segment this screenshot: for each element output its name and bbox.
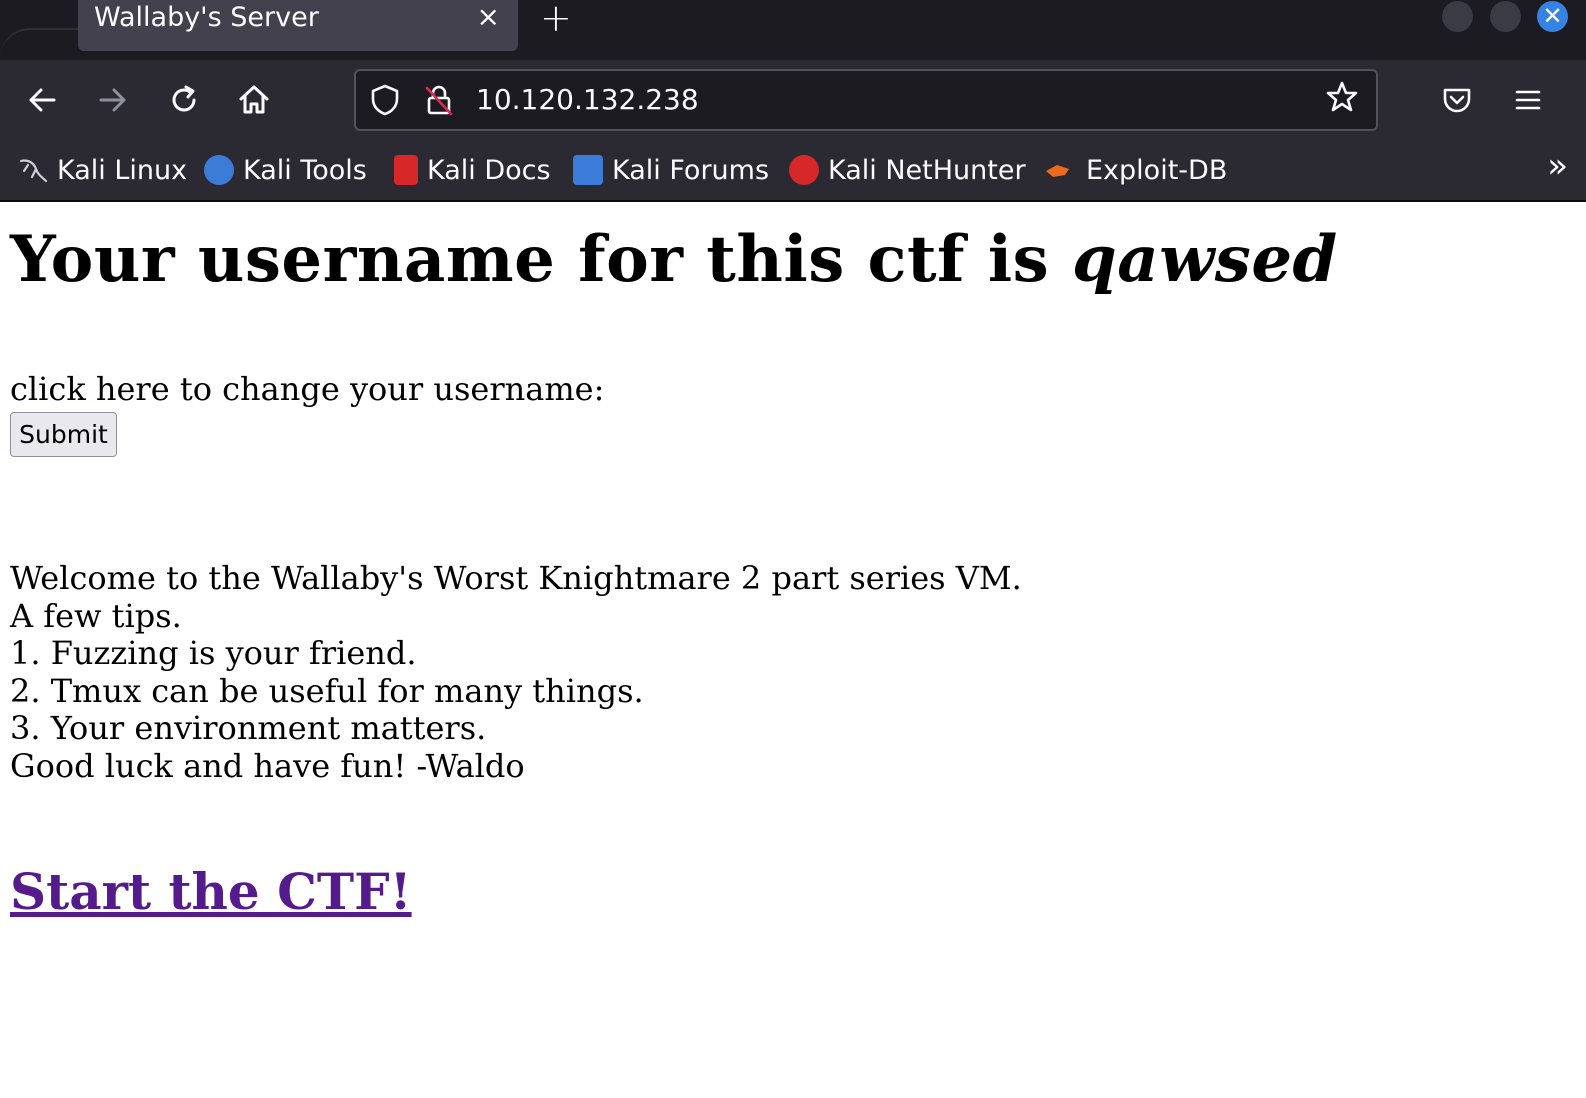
reload-button[interactable]: [164, 80, 204, 120]
pocket-icon: [1443, 88, 1471, 113]
bookmark-kali-docs[interactable]: Kali Docs: [394, 150, 551, 190]
home-icon: [239, 85, 269, 114]
reload-icon: [172, 85, 196, 112]
kali-nethunter-icon: [789, 155, 819, 185]
exploit-db-icon: [1043, 155, 1073, 185]
bookmark-kali-tools[interactable]: Kali Tools: [204, 150, 367, 190]
kali-tools-icon: [204, 155, 234, 185]
kali-forums-icon: [573, 155, 603, 185]
bookmark-label: Kali NetHunter: [828, 154, 1026, 186]
bookmark-kali-linux[interactable]: Kali Linux: [18, 150, 187, 190]
bookmarks-toolbar: Kali Linux Kali Tools Kali Docs Kali For…: [0, 140, 1586, 202]
back-arrow-icon: [29, 88, 56, 112]
tab-title: Wallaby's Server: [94, 2, 319, 33]
tracking-protection-shield-icon[interactable]: [368, 83, 402, 117]
bookmark-label: Kali Forums: [612, 154, 770, 186]
page-headline: Your username for this ctf is qawsed: [10, 222, 1338, 297]
bookmark-kali-nethunter[interactable]: Kali NetHunter: [789, 150, 1026, 190]
app-menu-button[interactable]: [1508, 80, 1548, 120]
kali-dragon-icon: [18, 155, 48, 185]
pocket-button[interactable]: [1437, 80, 1477, 120]
welcome-line: Welcome to the Wallaby's Worst Knightmar…: [10, 559, 1022, 597]
tab-close-icon[interactable]: ×: [477, 0, 500, 33]
insecure-lock-icon[interactable]: [422, 83, 456, 117]
username-value: qawsed: [1071, 222, 1338, 297]
window-maximize-button[interactable]: [1490, 1, 1521, 32]
kali-docs-icon: [394, 155, 418, 185]
close-icon: ✕: [1542, 2, 1563, 30]
welcome-text: Welcome to the Wallaby's Worst Knightmar…: [10, 559, 1022, 785]
welcome-line: Good luck and have fun! -Waldo: [10, 746, 525, 785]
welcome-line: A few tips.: [10, 596, 182, 635]
welcome-line: 2. Tmux can be useful for many things.: [10, 671, 644, 710]
window-close-button[interactable]: ✕: [1537, 1, 1568, 32]
bookmark-label: Exploit-DB: [1086, 154, 1228, 186]
window-minimize-button[interactable]: [1442, 1, 1473, 32]
bookmark-label: Kali Docs: [427, 154, 551, 186]
headline-text: Your username for this ctf is: [10, 222, 1072, 297]
welcome-line: 1. Fuzzing is your friend.: [10, 634, 417, 672]
bookmark-kali-forums[interactable]: Kali Forums: [573, 150, 769, 190]
new-tab-button[interactable]: +: [540, 0, 572, 40]
submit-button[interactable]: Submit: [10, 412, 117, 457]
address-bar[interactable]: 10.120.132.238: [354, 69, 1378, 131]
change-username-label: click here to change your username:: [10, 370, 605, 408]
bookmarks-overflow-chevron-icon[interactable]: »: [1547, 146, 1568, 186]
back-button[interactable]: [22, 80, 62, 120]
tab-strip-decoration: [0, 28, 90, 58]
forward-button[interactable]: [93, 80, 133, 120]
bookmark-star-icon[interactable]: [1324, 79, 1360, 115]
hamburger-menu-icon: [1515, 90, 1541, 110]
bookmark-exploit-db[interactable]: Exploit-DB: [1043, 150, 1227, 190]
bookmark-label: Kali Tools: [243, 154, 367, 186]
start-ctf-link[interactable]: Start the CTF!: [10, 862, 412, 921]
bookmark-label: Kali Linux: [57, 154, 188, 186]
tab-active[interactable]: Wallaby's Server ×: [78, 0, 518, 51]
url-text[interactable]: 10.120.132.238: [476, 83, 699, 116]
navigation-toolbar: 10.120.132.238: [0, 60, 1586, 140]
tab-strip: Wallaby's Server × + ✕: [0, 0, 1586, 60]
home-button[interactable]: [234, 80, 274, 120]
welcome-line: 3. Your environment matters.: [10, 709, 487, 747]
forward-arrow-icon: [99, 88, 126, 112]
page-content: Your username for this ctf is qawsed cli…: [0, 202, 1586, 1098]
